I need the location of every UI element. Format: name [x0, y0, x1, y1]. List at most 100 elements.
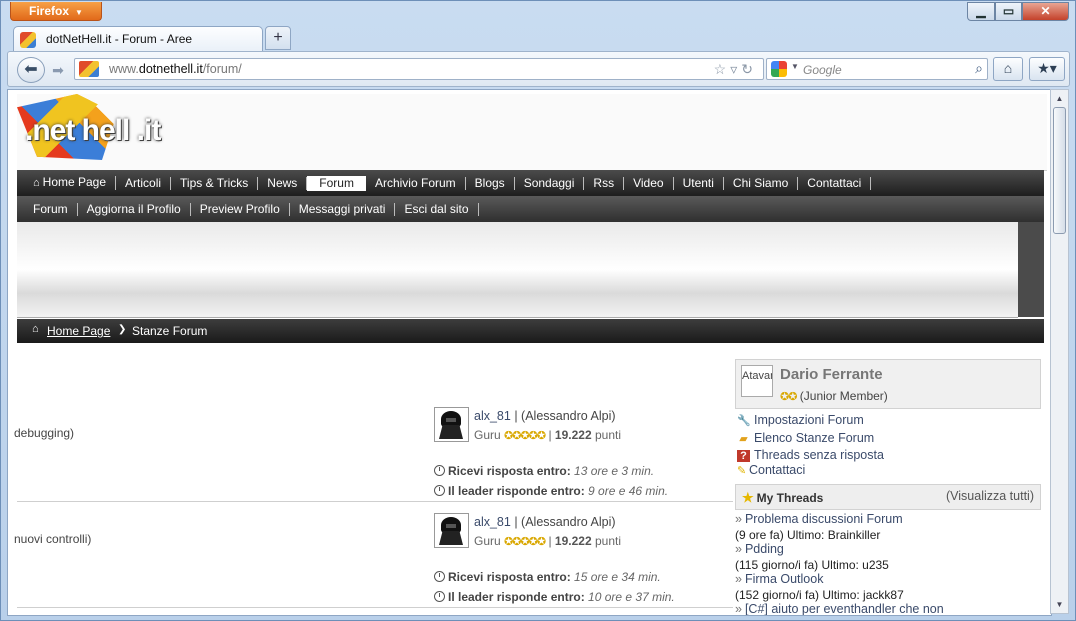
- navigation-toolbar: ⬅ ➡ www.dotnethell.it/forum/ ☆▿↻ ▼ Googl…: [7, 51, 1070, 87]
- menu-item-home-page[interactable]: ⌂ Home Page: [24, 176, 117, 190]
- submenu-item-preview-profilo[interactable]: Preview Profilo: [191, 202, 290, 216]
- thread-link[interactable]: » Firma Outlook: [735, 572, 823, 586]
- menu-item-label: Sondaggi: [523, 175, 575, 190]
- rank-label: Guru: [474, 428, 501, 442]
- menu-item-utenti[interactable]: Utenti: [674, 176, 724, 190]
- header-banner: [17, 222, 1018, 318]
- menu-item-archivio-forum[interactable]: Archivio Forum: [366, 176, 466, 190]
- menu-item-tips-tricks[interactable]: Tips & Tricks: [171, 176, 259, 190]
- chevron-right-icon: »: [735, 572, 742, 586]
- clock-icon: [434, 591, 445, 602]
- google-engine-icon[interactable]: [771, 61, 787, 77]
- menu-item-label: Articoli: [125, 175, 162, 190]
- vertical-scrollbar[interactable]: ▲ ▼: [1050, 89, 1069, 614]
- submenu-item-label: Messaggi privati: [298, 201, 386, 216]
- submenu-item-label: Aggiorna il Profilo: [86, 201, 181, 216]
- link-forum-rooms[interactable]: ▰ Elenco Stanze Forum: [737, 431, 874, 445]
- link-label: Threads senza risposta: [754, 448, 884, 462]
- thread-link[interactable]: » Problema discussioni Forum: [735, 512, 903, 526]
- new-tab-button[interactable]: +: [265, 26, 291, 50]
- clock-icon: [434, 571, 445, 582]
- minimize-button[interactable]: ▁: [967, 2, 995, 21]
- close-button[interactable]: ✕: [1022, 2, 1069, 21]
- submenu-item-forum[interactable]: Forum: [24, 202, 78, 216]
- engine-dropdown-icon[interactable]: ▼: [791, 62, 799, 71]
- bookmark-star-icon[interactable]: ☆: [714, 61, 731, 77]
- maximize-icon: ▭: [1002, 4, 1015, 18]
- menu-item-news[interactable]: News: [258, 176, 308, 190]
- site-identity-icon[interactable]: [79, 61, 99, 77]
- row-divider: [17, 501, 733, 502]
- reply-time-label: Ricevi risposta entro:: [448, 570, 571, 584]
- menu-item-label: Chi Siamo: [732, 175, 789, 190]
- submenu-item-esci-dal-sito[interactable]: Esci dal sito: [395, 202, 479, 216]
- firefox-menu-button[interactable]: Firefox ▼: [10, 2, 102, 21]
- search-icon[interactable]: ⌕: [975, 60, 983, 77]
- menu-item-sondaggi[interactable]: Sondaggi: [515, 175, 585, 190]
- menu-item-video[interactable]: Video: [624, 176, 674, 190]
- moderator-avatar[interactable]: [434, 407, 469, 442]
- url-path: /forum/: [202, 62, 242, 76]
- my-threads-title-text: My Threads: [756, 491, 824, 505]
- thread-link[interactable]: » Pdding: [735, 542, 784, 556]
- thread-link[interactable]: » [C#] aiuto per eventhandler che non: [735, 602, 944, 616]
- menu-item-contattaci[interactable]: Contattaci: [798, 176, 872, 190]
- menu-item-chi-siamo[interactable]: Chi Siamo: [724, 175, 799, 190]
- menu-item-forum[interactable]: Forum: [307, 175, 366, 191]
- points-suffix: punti: [594, 428, 621, 442]
- minimize-icon: ▁: [976, 4, 986, 18]
- menu-item-blogs[interactable]: Blogs: [466, 176, 515, 190]
- link-forum-settings[interactable]: 🔧 Impostazioni Forum: [737, 413, 864, 427]
- reload-icon[interactable]: ↻: [741, 61, 757, 77]
- scroll-down-icon[interactable]: ▼: [1052, 597, 1067, 612]
- site-logo-text[interactable]: .net hell .it: [25, 114, 161, 148]
- moderator-user-link[interactable]: alx_81: [474, 409, 511, 423]
- url-bar[interactable]: www.dotnethell.it/forum/ ☆▿↻: [74, 58, 764, 80]
- submenu-item-aggiorna-il-profilo[interactable]: Aggiorna il Profilo: [78, 201, 191, 216]
- scroll-up-icon[interactable]: ▲: [1052, 91, 1067, 106]
- bookmarks-button[interactable]: ★▾: [1029, 57, 1065, 81]
- menu-item-rss[interactable]: Rss: [584, 175, 625, 190]
- search-bar[interactable]: ▼ Google ⌕: [766, 58, 988, 80]
- menu-item-articoli[interactable]: Articoli: [116, 175, 172, 190]
- link-unanswered-threads[interactable]: ? Threads senza risposta: [737, 448, 884, 462]
- thread-title: [C#] aiuto per eventhandler che non: [744, 602, 944, 616]
- link-label: Contattaci: [749, 463, 806, 477]
- home-button[interactable]: ⌂: [993, 57, 1023, 81]
- home-icon: ⌂: [32, 323, 39, 335]
- star-icon: ★: [742, 490, 754, 505]
- user-profile-box: Atavar Dario Ferrante ✪✪ (Junior Member): [735, 359, 1041, 409]
- moderator-user-link[interactable]: alx_81: [474, 515, 511, 529]
- points-suffix: punti: [594, 534, 621, 548]
- scrollbar-thumb[interactable]: [1053, 107, 1066, 234]
- view-all-threads-link[interactable]: (Visualizza tutti): [946, 489, 1034, 503]
- clock-icon: [434, 465, 445, 476]
- wrench-icon: 🔧: [737, 415, 751, 427]
- rank-label: Guru: [474, 534, 501, 548]
- maximize-button[interactable]: ▭: [995, 2, 1022, 21]
- thread-meta: (152 giorno/i fa) Ultimo: jackk87: [735, 588, 904, 602]
- reply-time-value: 15 ore e 34 min.: [574, 570, 661, 584]
- reply-time-value: 13 ore e 3 min.: [574, 464, 655, 478]
- reply-time-label: Ricevi risposta entro:: [448, 464, 571, 478]
- forward-button[interactable]: ➡: [47, 61, 69, 79]
- site-favicon-icon: [20, 32, 36, 48]
- url-text[interactable]: www.dotnethell.it/forum/: [109, 62, 242, 76]
- tab-active[interactable]: dotNetHell.it - Forum - Aree: [13, 26, 263, 52]
- user-avatar[interactable]: Atavar: [741, 365, 773, 397]
- room-description: nuovi controlli): [14, 532, 92, 546]
- breadcrumb-home-link[interactable]: Home Page: [47, 324, 110, 338]
- url-domain: dotnethell.it: [138, 62, 203, 76]
- link-contact[interactable]: ✎ Contattaci: [737, 463, 805, 477]
- points-value: 19.222: [554, 428, 592, 442]
- menu-item-label: Rss: [593, 175, 615, 190]
- folder-icon: ▰: [739, 433, 748, 445]
- submenu-item-messaggi-privati[interactable]: Messaggi privati: [290, 201, 396, 216]
- moderator-avatar[interactable]: [434, 513, 469, 548]
- close-icon: ✕: [1040, 4, 1051, 18]
- moderator-name: alx_81 | (Alessandro Alpi): [474, 515, 616, 529]
- back-button[interactable]: ⬅: [17, 57, 45, 83]
- dropdown-arrow-icon[interactable]: ▿: [730, 61, 741, 77]
- arrow-left-icon: ⬅: [24, 61, 38, 78]
- user-name[interactable]: Dario Ferrante: [780, 366, 883, 383]
